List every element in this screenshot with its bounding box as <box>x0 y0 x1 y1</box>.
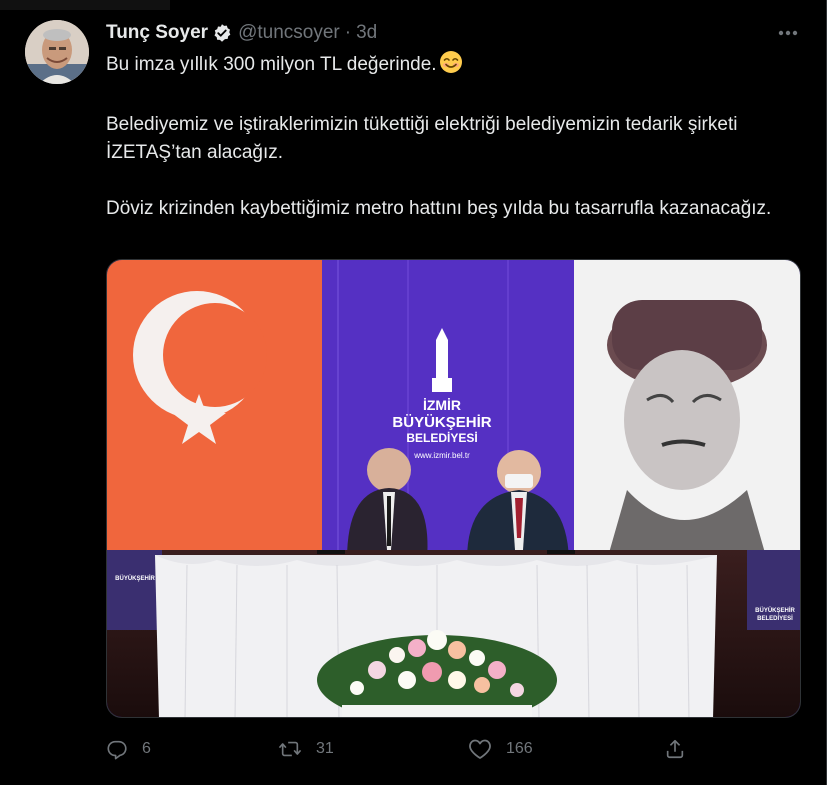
share-icon <box>664 738 686 760</box>
backdrop-logo-line1: İZMİR <box>423 397 461 413</box>
top-strip <box>0 0 170 10</box>
author-name[interactable]: Tunç Soyer <box>106 22 208 44</box>
share-button[interactable] <box>664 732 686 766</box>
tweet-line-3: Döviz krizinden kaybettiğimiz metro hatt… <box>106 198 772 219</box>
author-handle[interactable]: @tuncsoyer <box>238 22 340 44</box>
side-banner-right-line2: BELEDİYESİ <box>757 615 793 622</box>
tweet-header: Tunç Soyer @tuncsoyer · 3d <box>106 22 377 44</box>
verified-badge-icon <box>212 23 232 43</box>
tweet-blank-line <box>106 83 806 111</box>
side-banner-right-line1: BÜYÜKŞEHİR <box>755 607 795 614</box>
backdrop-logo-line2: BÜYÜKŞEHİR <box>392 414 491 431</box>
tweet-media-photo[interactable]: İZMİR BÜYÜKŞEHİR BELEDİYESİ www.izmir.be… <box>106 259 801 718</box>
tweet-actions: 6 31 166 <box>106 732 706 766</box>
reply-count: 6 <box>142 740 151 757</box>
reply-icon <box>106 738 128 760</box>
tweet-line-2: Belediyemiz ve iştiraklerimizin tükettiğ… <box>106 114 738 163</box>
side-banner-left-line1: BÜYÜKŞEHİR <box>115 575 155 582</box>
retweet-count: 31 <box>316 740 334 757</box>
backdrop-url: www.izmir.bel.tr <box>413 451 470 460</box>
backdrop-logo-line3: BELEDİYESİ <box>406 430 477 445</box>
tweet-line-1: Bu imza yıllık 300 milyon TL değerinde. <box>106 50 806 83</box>
reply-button[interactable]: 6 <box>106 732 151 766</box>
retweet-icon <box>278 738 302 760</box>
like-button[interactable]: 166 <box>468 732 533 766</box>
like-count: 166 <box>506 740 533 757</box>
tweet-page: Tunç Soyer @tuncsoyer · 3d Bu imza yıllı… <box>0 0 827 785</box>
avatar[interactable] <box>25 20 89 84</box>
tweet-line-1-text: Bu imza yıllık 300 milyon TL değerinde. <box>106 54 437 75</box>
tweet-timestamp[interactable]: 3d <box>356 22 377 44</box>
tweet-blank-line <box>106 167 806 195</box>
signing-ceremony-photo: İZMİR BÜYÜKŞEHİR BELEDİYESİ www.izmir.be… <box>107 260 800 717</box>
heart-icon <box>468 738 492 760</box>
more-horizontal-icon[interactable] <box>776 22 800 44</box>
tweet-text: Bu imza yıllık 300 milyon TL değerinde. … <box>106 50 806 223</box>
retweet-button[interactable]: 31 <box>278 732 334 766</box>
smiling-face-emoji <box>439 50 463 83</box>
header-separator: · <box>344 22 352 43</box>
avatar-image <box>25 20 89 84</box>
